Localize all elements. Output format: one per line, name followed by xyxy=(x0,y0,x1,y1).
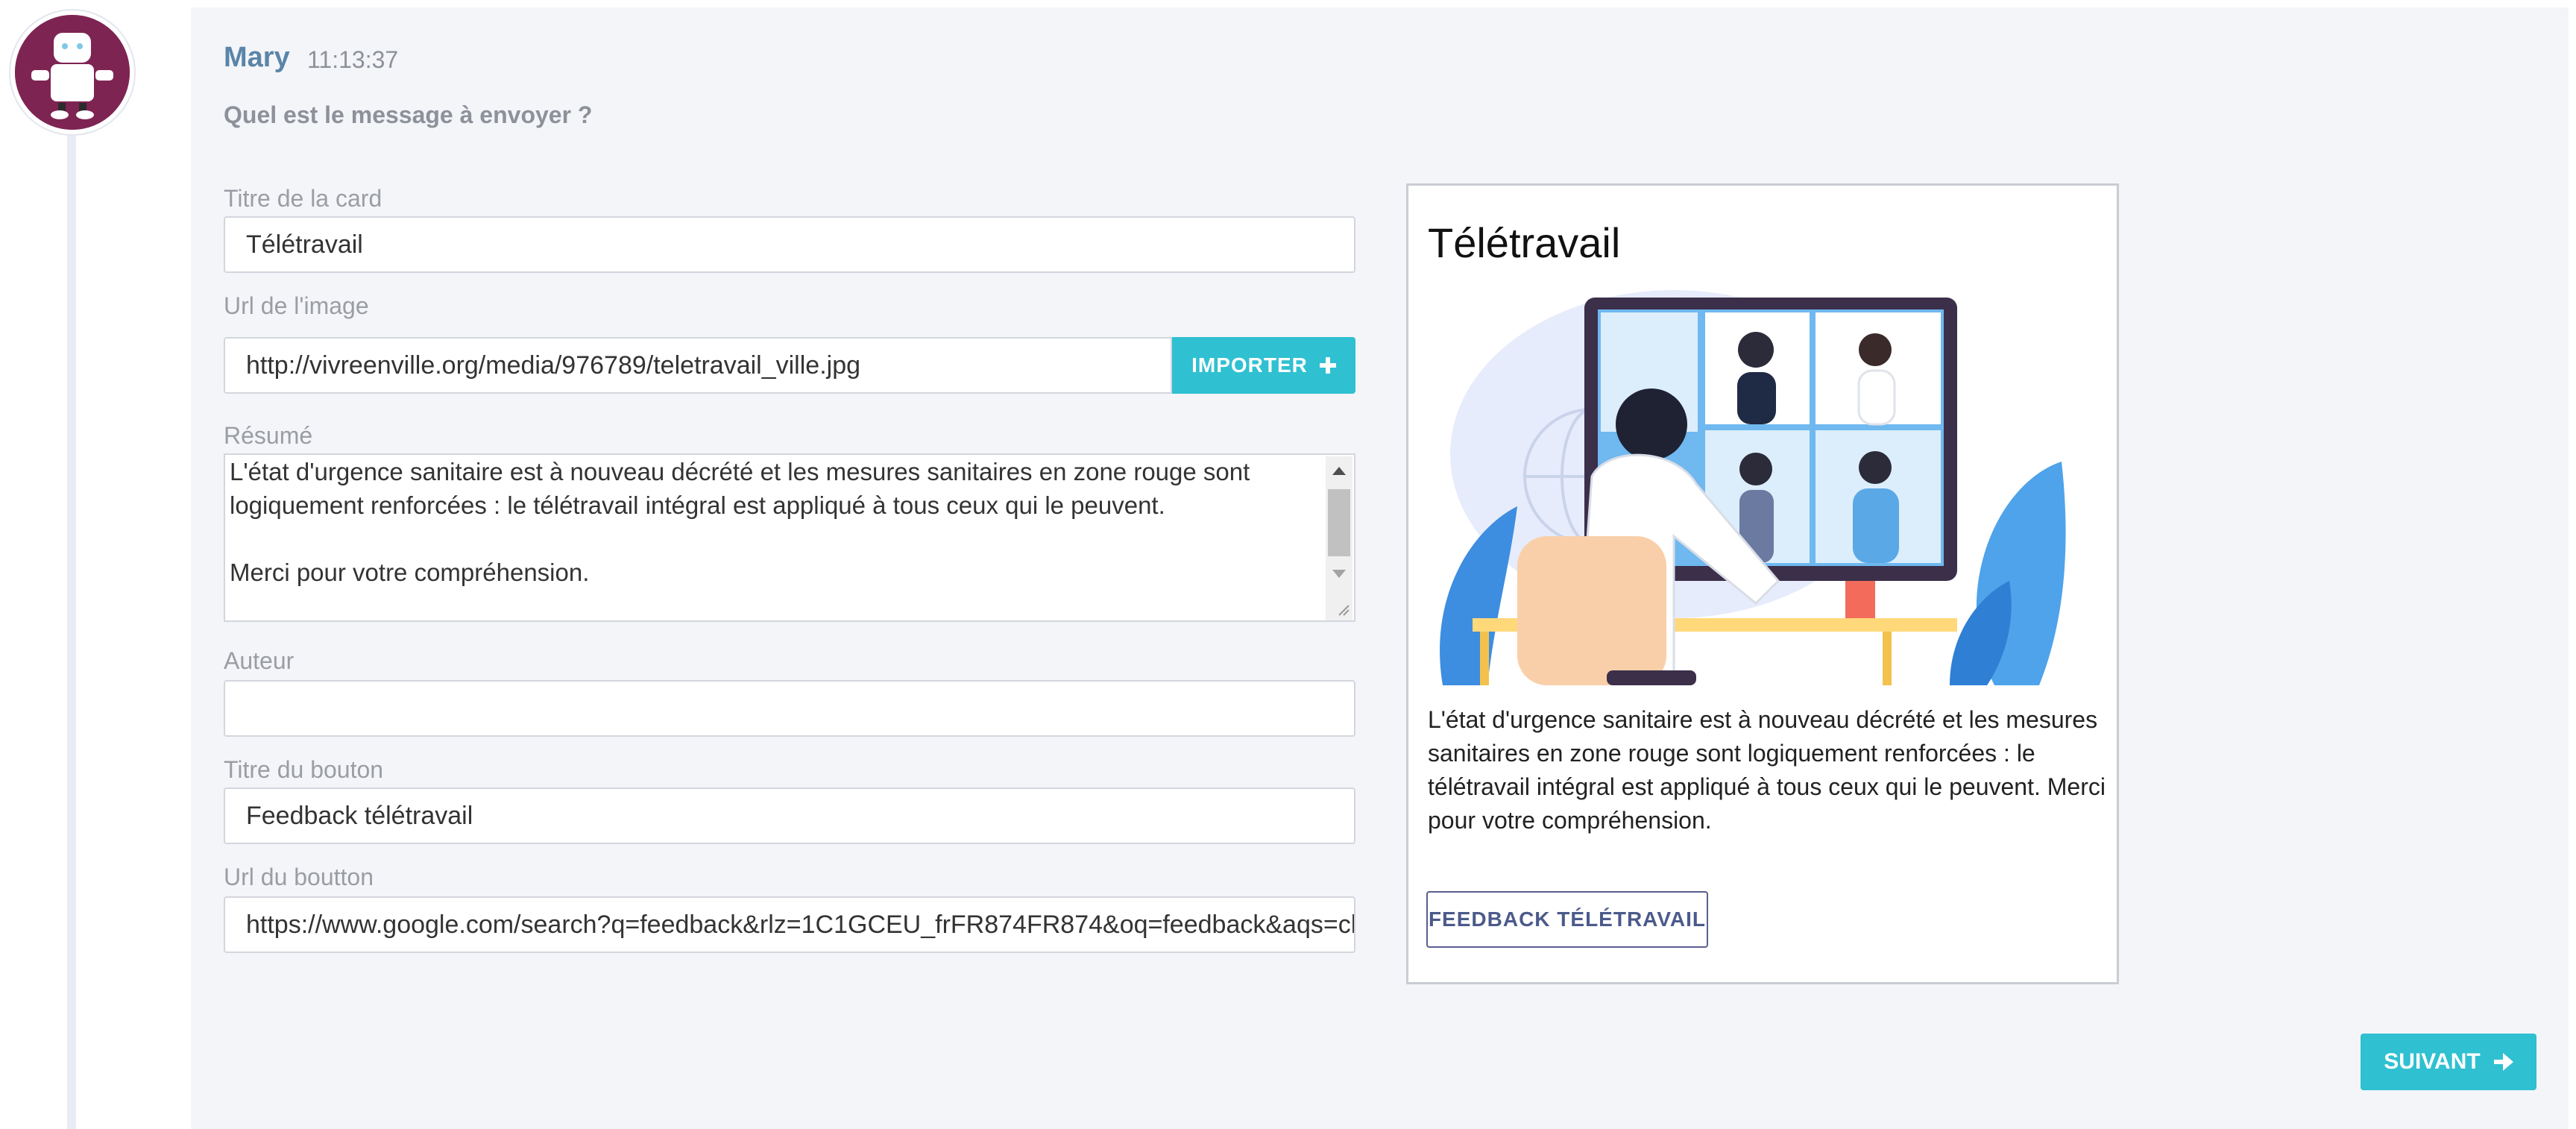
preview-text: L'état d'urgence sanitaire est à nouveau… xyxy=(1428,706,2106,834)
button-url-label: Url du boutton xyxy=(224,864,374,890)
plus-icon xyxy=(1319,357,1336,374)
scrollbar-thumb[interactable] xyxy=(1328,489,1350,556)
summary-label: Résumé xyxy=(224,422,313,449)
image-url-input[interactable]: http://vivreenville.org/media/976789/tel… xyxy=(224,337,1172,394)
preview-title: Télétravail xyxy=(1428,219,1621,266)
bot-avatar xyxy=(10,10,134,134)
robot-avatar-icon xyxy=(15,15,130,130)
card-title-label: Titre de la card xyxy=(224,185,382,212)
summary-line: Merci pour votre compréhension. xyxy=(230,559,590,586)
sender-name: Mary xyxy=(224,42,290,73)
card-title-input[interactable]: Télétravail xyxy=(224,216,1355,273)
button-url-input[interactable]: https://www.google.com/search?q=feedback… xyxy=(224,896,1355,953)
teleworking-illustration xyxy=(1440,290,2066,685)
arrow-right-icon xyxy=(2493,1053,2513,1071)
resize-handle-icon[interactable] xyxy=(1336,603,1350,616)
card-preview: Télétravail L'état d'urgence sanitaire e… xyxy=(1406,183,2119,984)
import-button[interactable]: IMPORTER xyxy=(1172,337,1355,394)
summary-scrollbar[interactable] xyxy=(1326,456,1352,620)
preview-feedback-button[interactable]: FEEDBACK TÉLÉTRAVAIL xyxy=(1426,891,1708,948)
button-title-input[interactable]: Feedback télétravail xyxy=(224,787,1355,844)
scroll-down-arrow-icon[interactable] xyxy=(1332,570,1346,578)
message-question: Quel est le message à envoyer ? xyxy=(224,101,593,128)
next-button-label: SUIVANT xyxy=(2384,1049,2481,1074)
timeline-line xyxy=(67,104,76,1129)
image-url-label: Url de l'image xyxy=(224,292,369,319)
button-title-label: Titre du bouton xyxy=(224,756,384,783)
summary-line: logiquement renforcées : le télétravail … xyxy=(230,491,1165,519)
summary-line: L'état d'urgence sanitaire est à nouveau… xyxy=(230,458,1250,485)
summary-blank-line xyxy=(230,522,1309,556)
summary-textarea[interactable]: L'état d'urgence sanitaire est à nouveau… xyxy=(224,453,1355,622)
author-label: Auteur xyxy=(224,647,295,674)
import-button-label: IMPORTER xyxy=(1191,353,1308,377)
scroll-up-arrow-icon[interactable] xyxy=(1332,467,1346,475)
author-input[interactable] xyxy=(224,680,1355,737)
message-time: 11:13:37 xyxy=(307,46,399,73)
next-button[interactable]: SUIVANT xyxy=(2361,1034,2536,1090)
